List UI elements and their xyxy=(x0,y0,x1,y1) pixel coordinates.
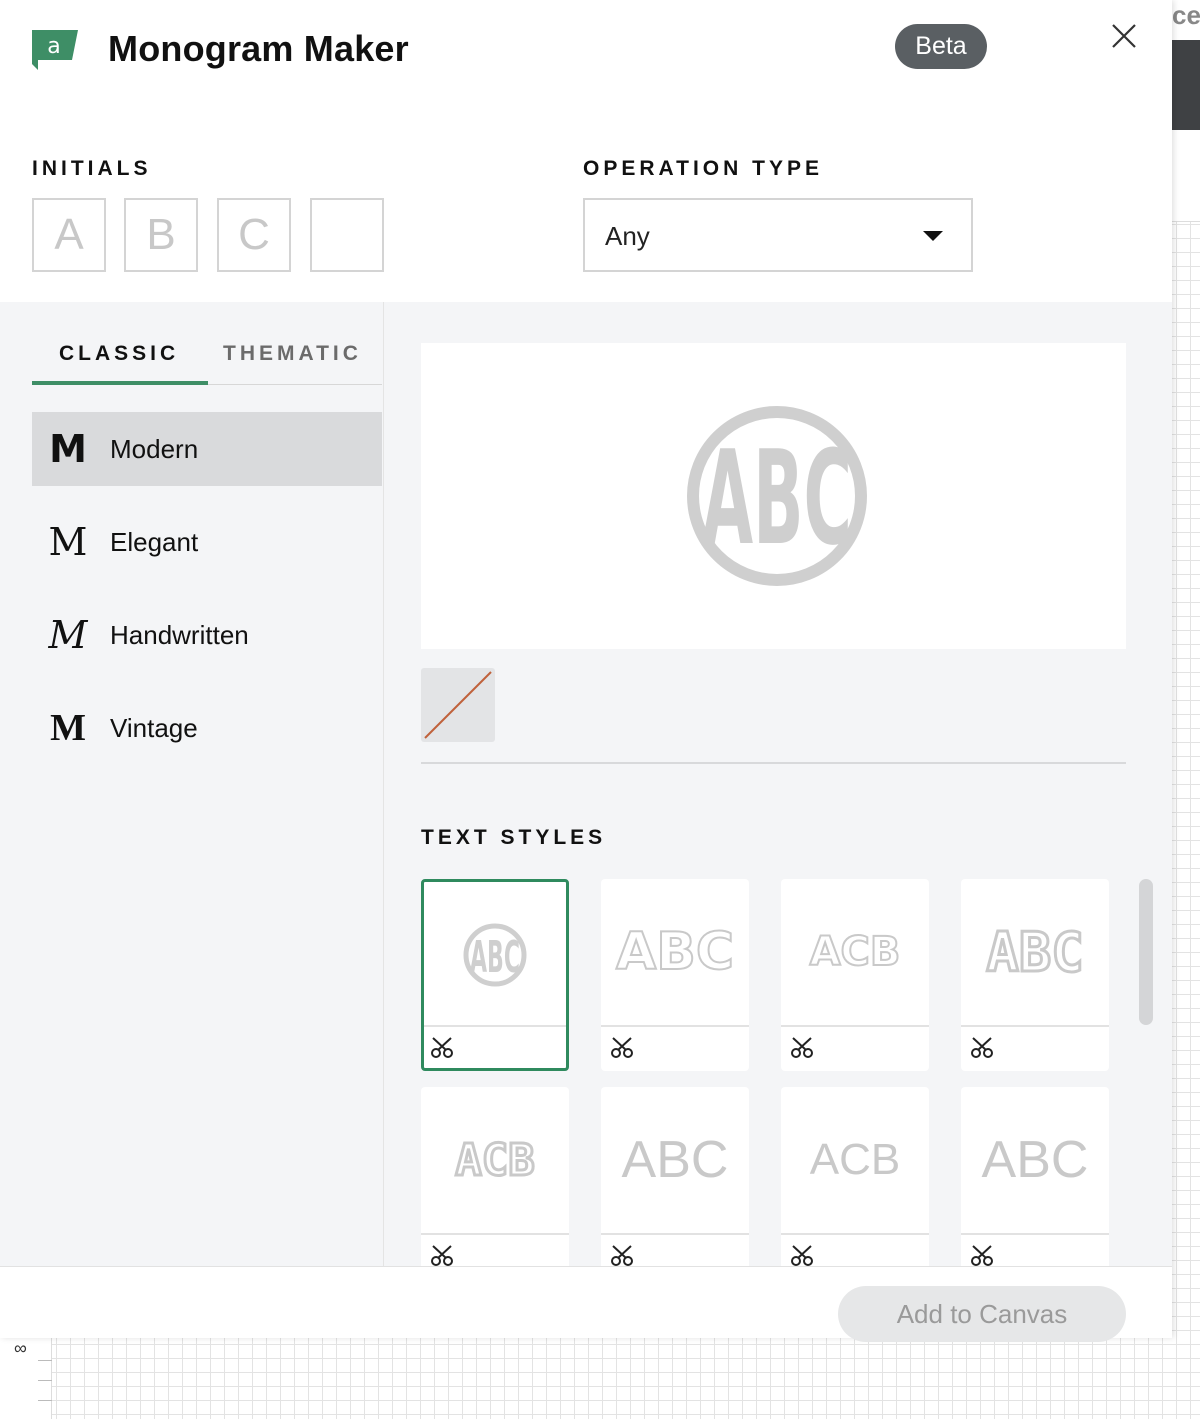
preview-monogram-text: ABC xyxy=(702,422,852,574)
text-styles-scrollbar[interactable] xyxy=(1139,879,1153,1025)
handwritten-m-icon: M xyxy=(48,613,88,657)
beta-badge: Beta xyxy=(895,24,987,69)
category-label: Vintage xyxy=(110,713,198,743)
card-divider xyxy=(601,1025,749,1027)
text-style-card[interactable]: ABC xyxy=(421,879,569,1071)
category-label: Handwritten xyxy=(110,620,249,650)
scissors-icon xyxy=(431,1245,453,1266)
circle-monogram-art: ABC xyxy=(463,923,527,987)
text-style-card[interactable]: ABC xyxy=(961,879,1109,1071)
card-divider xyxy=(421,1233,569,1235)
card-divider xyxy=(961,1025,1109,1027)
no-color-slash-icon xyxy=(424,671,492,739)
ruler-label: ∞ xyxy=(14,1338,27,1358)
card-divider xyxy=(424,1025,566,1027)
text-style-card[interactable]: ABC xyxy=(601,1087,749,1266)
scissors-icon xyxy=(971,1037,993,1058)
style-preview: ABC xyxy=(985,919,1086,985)
vintage-m-icon: M xyxy=(50,707,86,749)
active-tab-indicator xyxy=(32,381,208,385)
style-preview: ABC xyxy=(424,882,566,1028)
caret-down-icon xyxy=(923,231,943,241)
color-swatch-none[interactable] xyxy=(421,668,495,742)
scissors-icon xyxy=(791,1037,813,1058)
scissors-icon xyxy=(791,1245,813,1266)
category-modern[interactable]: M Modern xyxy=(32,412,382,486)
operation-type-value: Any xyxy=(605,221,650,251)
tab-classic[interactable]: CLASSIC xyxy=(59,342,179,366)
add-to-canvas-button[interactable]: Add to Canvas xyxy=(838,1286,1126,1342)
text-styles-label: TEXT STYLES xyxy=(421,826,607,849)
category-label: Modern xyxy=(110,434,199,464)
initials-label: INITIALS xyxy=(32,157,152,180)
initial-input-3[interactable]: C xyxy=(217,198,291,272)
category-handwritten[interactable]: M Handwritten xyxy=(32,598,382,672)
text-style-card[interactable]: ABC xyxy=(961,1087,1109,1266)
scissors-icon xyxy=(611,1037,633,1058)
operation-type-label: OPERATION TYPE xyxy=(583,157,823,180)
text-style-card[interactable]: ACB xyxy=(781,1087,929,1266)
close-icon[interactable] xyxy=(1108,20,1140,52)
modal-body: CLASSIC THEMATIC M Modern M Elegant M Ha… xyxy=(0,302,1172,1266)
style-preview: ABC xyxy=(621,1131,729,1189)
modal-title: Monogram Maker xyxy=(108,28,409,69)
initial-input-4[interactable] xyxy=(310,198,384,272)
style-text: ABC xyxy=(470,932,520,983)
ruler-tick xyxy=(38,1380,52,1381)
card-divider xyxy=(961,1233,1109,1235)
style-preview: ABC xyxy=(615,921,735,983)
preview-monogram-art: ABC xyxy=(687,406,867,586)
style-preview: ACB xyxy=(809,928,902,976)
scissors-icon xyxy=(971,1245,993,1266)
category-elegant[interactable]: M Elegant xyxy=(32,505,382,579)
canvas-ruler: ∞ xyxy=(0,1338,52,1419)
modal-footer: Add to Canvas xyxy=(0,1266,1172,1342)
category-panel: CLASSIC THEMATIC M Modern M Elegant M Ha… xyxy=(0,302,384,1266)
text-style-card[interactable]: ACB xyxy=(421,1087,569,1266)
style-preview: ABC xyxy=(981,1131,1089,1189)
ruler-tick xyxy=(38,1360,52,1361)
app-logo-icon: a xyxy=(32,30,78,70)
scissors-icon xyxy=(611,1245,633,1266)
style-preview: ACB xyxy=(809,1135,901,1184)
tab-thematic[interactable]: THEMATIC xyxy=(223,342,362,366)
elegant-m-icon: M xyxy=(48,520,88,564)
ruler-tick xyxy=(38,1400,52,1401)
category-label: Elegant xyxy=(110,527,199,557)
monogram-maker-modal: a Monogram Maker Beta INITIALS A B C OPE… xyxy=(0,0,1172,1342)
initial-input-2[interactable]: B xyxy=(124,198,198,272)
background-panel xyxy=(1172,40,1200,130)
modern-m-icon: M xyxy=(49,427,87,471)
background-toolbar-text: ce xyxy=(1172,0,1200,30)
monogram-preview: ABC xyxy=(421,343,1126,649)
svg-text:a: a xyxy=(47,34,60,59)
text-style-card[interactable]: ACB xyxy=(781,879,929,1071)
card-divider xyxy=(781,1233,929,1235)
scissors-icon xyxy=(431,1037,453,1058)
style-preview: ACB xyxy=(454,1133,536,1187)
category-vintage[interactable]: M Vintage xyxy=(32,691,382,765)
text-style-card[interactable]: ABC xyxy=(601,879,749,1071)
modal-header: a Monogram Maker Beta INITIALS A B C OPE… xyxy=(0,0,1172,302)
operation-type-select[interactable]: Any xyxy=(583,198,973,272)
section-divider xyxy=(421,762,1126,764)
initial-input-1[interactable]: A xyxy=(32,198,106,272)
card-divider xyxy=(781,1025,929,1027)
card-divider xyxy=(601,1233,749,1235)
